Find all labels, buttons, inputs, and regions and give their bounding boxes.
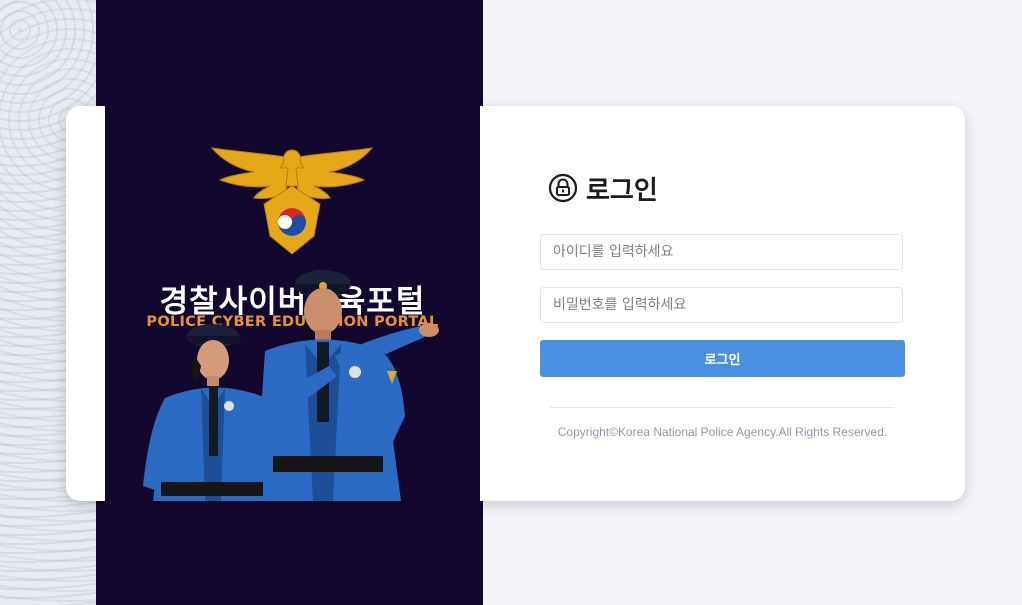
password-input[interactable] xyxy=(540,287,903,323)
login-card: 경찰사이버교육포털 POLICE CYBER EDUCATION PORTAL xyxy=(66,106,965,501)
police-emblem-icon xyxy=(210,147,374,255)
login-button[interactable]: 로그인 xyxy=(540,340,905,377)
login-form: 로그인 로그인 Copyright©Korea National Police … xyxy=(540,106,965,501)
divider xyxy=(550,407,894,408)
login-title: 로그인 xyxy=(586,175,658,206)
lock-icon xyxy=(548,173,578,203)
copyright-text: Copyright©Korea National Police Agency.A… xyxy=(557,425,888,439)
police-officers-image xyxy=(143,270,439,501)
hero-image: 경찰사이버교육포털 POLICE CYBER EDUCATION PORTAL xyxy=(105,106,480,501)
male-officer xyxy=(255,270,439,501)
user-id-input[interactable] xyxy=(540,234,903,270)
login-heading: 로그인 xyxy=(548,171,658,206)
